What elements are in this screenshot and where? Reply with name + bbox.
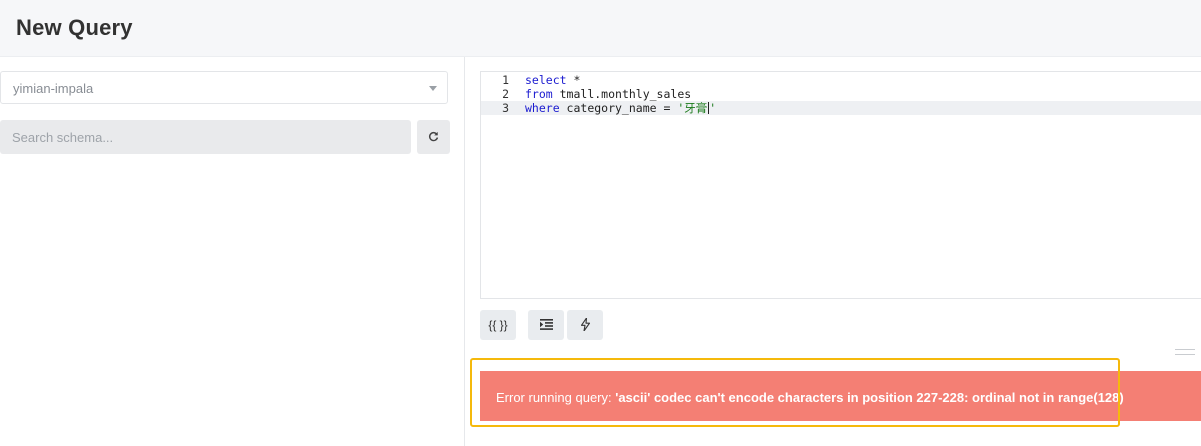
- code-line[interactable]: 3 where category_name = '牙膏 ': [481, 101, 1201, 115]
- caret-down-icon: [429, 86, 437, 91]
- code-token: '牙膏: [677, 101, 708, 115]
- code-token: tmall.monthly_sales: [552, 87, 692, 101]
- code-line[interactable]: 1 select *: [481, 73, 1201, 87]
- line-code: select *: [525, 73, 580, 87]
- line-code: where category_name = '牙膏 ': [525, 101, 716, 115]
- refresh-schema-button[interactable]: [417, 120, 450, 154]
- page-title: New Query: [16, 15, 133, 40]
- add-parameter-button[interactable]: {{ }}: [480, 310, 516, 340]
- code-token: where: [525, 101, 560, 115]
- refresh-icon: [428, 131, 439, 142]
- line-number: 1: [502, 73, 509, 87]
- code-token: *: [566, 73, 581, 87]
- bolt-icon: [580, 317, 590, 332]
- line-number: 2: [502, 87, 509, 101]
- schema-panel: yimian-impala: [0, 57, 465, 446]
- code-line[interactable]: 2 from tmall.monthly_sales: [481, 87, 1201, 101]
- parameter-braces-label: {{ }}: [488, 318, 508, 332]
- autocomplete-toggle-button[interactable]: [567, 310, 603, 340]
- editor-resize-handle[interactable]: [1175, 349, 1195, 355]
- indent-icon: [539, 319, 553, 330]
- code-token: select: [525, 73, 567, 87]
- data-source-value: yimian-impala: [13, 81, 94, 96]
- code-token: ': [709, 101, 717, 115]
- code-token: category_name =: [559, 101, 678, 115]
- code-token: from: [525, 87, 553, 101]
- error-highlight-box: [470, 358, 1120, 427]
- line-number: 3: [502, 101, 509, 115]
- data-source-select[interactable]: yimian-impala: [0, 71, 448, 104]
- format-query-button[interactable]: [528, 310, 564, 340]
- line-code: from tmall.monthly_sales: [525, 87, 691, 101]
- page-header: New Query: [0, 0, 1201, 57]
- query-editor[interactable]: 1 select * 2 from tmall.monthly_sales 3 where…: [480, 71, 1201, 299]
- schema-search-input[interactable]: [0, 120, 411, 154]
